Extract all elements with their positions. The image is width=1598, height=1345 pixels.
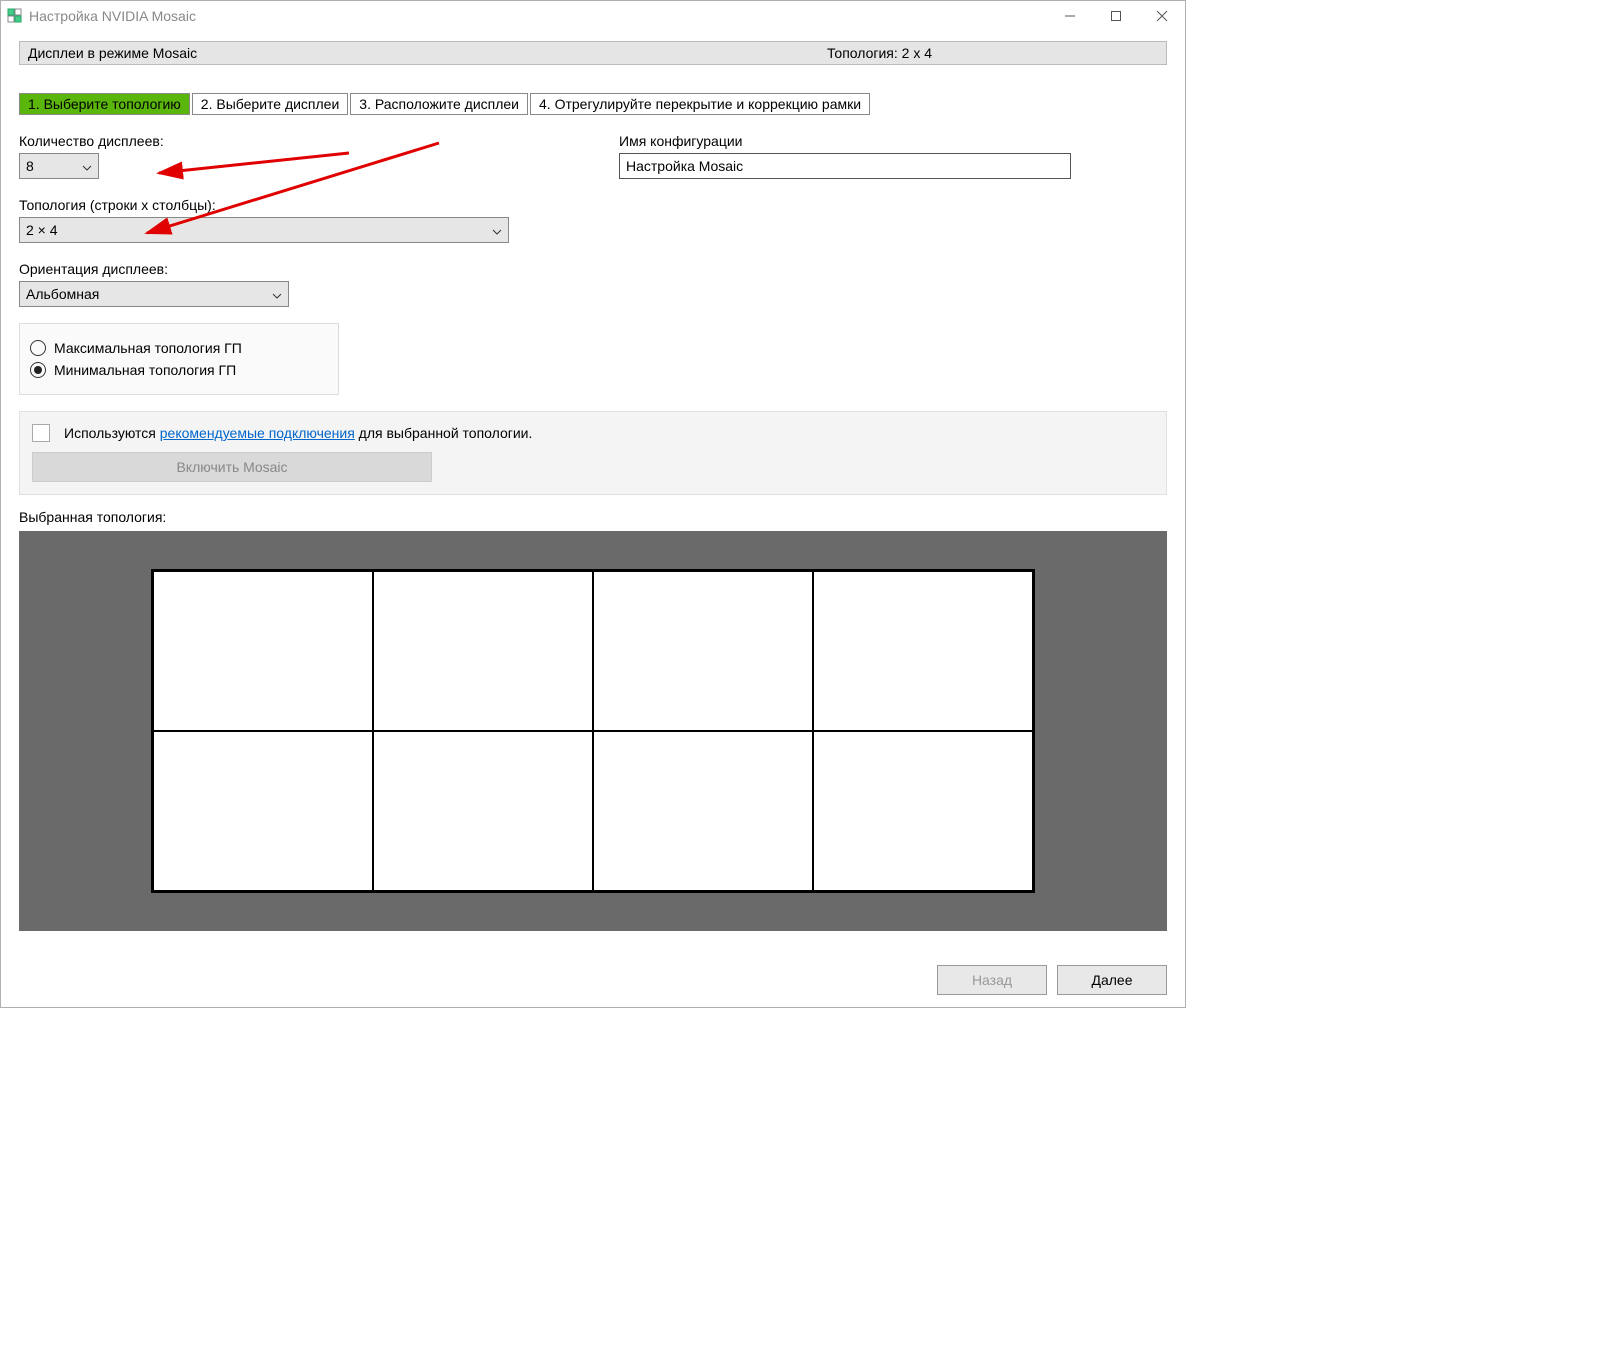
orientation-select[interactable]: Альбомная	[19, 281, 289, 307]
header-right-label: Топология: 2 x 4	[593, 45, 1166, 61]
config-name-input[interactable]: Настройка Mosaic	[619, 153, 1071, 179]
radio-min-label: Минимальная топология ГП	[54, 362, 236, 378]
chevron-down-icon	[82, 158, 92, 174]
config-name-value: Настройка Mosaic	[626, 158, 743, 174]
display-cell	[153, 571, 373, 731]
tab-select-topology[interactable]: 1. Выберите топологию	[19, 93, 190, 115]
radio-icon	[30, 362, 46, 378]
displays-count-select[interactable]: 8	[19, 153, 99, 179]
tab-select-displays[interactable]: 2. Выберите дисплеи	[192, 93, 349, 115]
displays-count-label: Количество дисплеев:	[19, 133, 559, 149]
display-cell	[593, 731, 813, 891]
enable-mosaic-button[interactable]: Включить Mosaic	[32, 452, 432, 482]
preview-label: Выбранная топология:	[19, 509, 1167, 525]
minimize-button[interactable]	[1047, 1, 1093, 31]
header-bar: Дисплеи в режиме Mosaic Топология: 2 x 4	[19, 41, 1167, 65]
radio-min-gpu-topology[interactable]: Минимальная топология ГП	[30, 362, 328, 378]
info-text: Используются рекомендуемые подключения д…	[64, 425, 532, 441]
chevron-down-icon	[272, 286, 282, 302]
config-name-label: Имя конфигурации	[619, 133, 1099, 149]
radio-max-gpu-topology[interactable]: Максимальная топология ГП	[30, 340, 328, 356]
info-box: Используются рекомендуемые подключения д…	[19, 411, 1167, 495]
window-title: Настройка NVIDIA Mosaic	[29, 8, 1047, 24]
window-controls	[1047, 1, 1185, 31]
app-icon	[7, 8, 23, 24]
displays-count-value: 8	[26, 158, 34, 174]
content-area: Дисплеи в режиме Mosaic Топология: 2 x 4…	[1, 31, 1185, 953]
topology-label: Топология (строки х столбцы):	[19, 197, 559, 213]
display-cell	[373, 731, 593, 891]
wizard-footer: Назад Далее	[1, 953, 1185, 1007]
topology-grid	[151, 569, 1035, 893]
orientation-label: Ориентация дисплеев:	[19, 261, 559, 277]
wizard-tabs: 1. Выберите топологию 2. Выберите диспле…	[19, 93, 1167, 115]
maximize-button[interactable]	[1093, 1, 1139, 31]
display-cell	[373, 571, 593, 731]
titlebar: Настройка NVIDIA Mosaic	[1, 1, 1185, 31]
orientation-value: Альбомная	[26, 286, 99, 302]
topology-preview	[19, 531, 1167, 931]
radio-max-label: Максимальная топология ГП	[54, 340, 242, 356]
topology-value: 2 × 4	[26, 222, 58, 238]
display-cell	[813, 731, 1033, 891]
tab-adjust-overlap[interactable]: 4. Отрегулируйте перекрытие и коррекцию …	[530, 93, 870, 115]
app-window: Настройка NVIDIA Mosaic Дисплеи в режиме…	[0, 0, 1186, 1008]
recommended-connections-link[interactable]: рекомендуемые подключения	[160, 425, 355, 441]
recommended-connections-checkbox[interactable]	[32, 424, 50, 442]
close-button[interactable]	[1139, 1, 1185, 31]
chevron-down-icon	[492, 222, 502, 238]
next-button[interactable]: Далее	[1057, 965, 1167, 995]
tab-position-displays[interactable]: 3. Расположите дисплеи	[350, 93, 528, 115]
info-row: Используются рекомендуемые подключения д…	[32, 424, 1154, 442]
form-area: Количество дисплеев: 8 Топология (строки…	[19, 133, 1167, 395]
display-cell	[153, 731, 373, 891]
radio-icon	[30, 340, 46, 356]
gpu-topology-group: Максимальная топология ГП Минимальная то…	[19, 323, 339, 395]
display-cell	[593, 571, 813, 731]
topology-select[interactable]: 2 × 4	[19, 217, 509, 243]
form-left-column: Количество дисплеев: 8 Топология (строки…	[19, 133, 559, 395]
header-left-label: Дисплеи в режиме Mosaic	[20, 45, 593, 61]
back-button[interactable]: Назад	[937, 965, 1047, 995]
display-cell	[813, 571, 1033, 731]
form-right-column: Имя конфигурации Настройка Mosaic	[619, 133, 1099, 395]
